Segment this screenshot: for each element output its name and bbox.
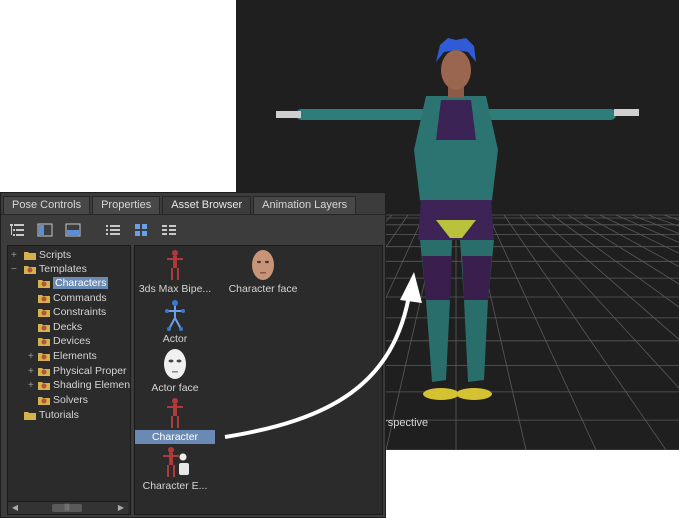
- grid-line: [599, 214, 679, 254]
- biped-icon: [135, 248, 215, 282]
- template-icon: [38, 397, 50, 406]
- scroll-right-icon[interactable]: ▶: [116, 503, 126, 513]
- template-icon: [38, 280, 50, 289]
- scroll-left-icon[interactable]: ◀: [10, 503, 20, 513]
- expand-icon[interactable]: +: [28, 379, 34, 393]
- template-icon: [38, 309, 50, 318]
- template-icon: [38, 338, 50, 347]
- split-vertical-icon[interactable]: [37, 222, 53, 238]
- asset-toolbar: [9, 220, 189, 240]
- icon-view-icon[interactable]: [133, 222, 149, 238]
- tree-item-commands[interactable]: Commands: [38, 291, 107, 305]
- tree-item-physical-properties[interactable]: Physical Proper: [38, 364, 127, 378]
- folder-icon: [24, 252, 36, 261]
- template-icon: [38, 295, 50, 304]
- grid-line: [583, 214, 679, 268]
- tab-divider: [1, 214, 385, 215]
- scroll-grip: |||: [64, 504, 70, 511]
- tree-item-solvers[interactable]: Solvers: [38, 393, 88, 407]
- template-icon: [38, 324, 50, 333]
- asset-tree[interactable]: + Scripts − Templates Characters Command…: [7, 245, 131, 515]
- collapse-icon[interactable]: −: [11, 263, 17, 277]
- tab-asset-browser[interactable]: Asset Browser: [162, 196, 252, 214]
- actor-icon: [135, 298, 215, 332]
- expand-icon[interactable]: +: [28, 365, 34, 379]
- tree-item-constraints[interactable]: Constraints: [38, 305, 106, 319]
- tree-item-decks[interactable]: Decks: [38, 320, 82, 334]
- tree-horizontal-scrollbar[interactable]: ◀ ||| ▶: [8, 501, 128, 514]
- panel-tabs: Pose Controls Properties Asset Browser A…: [3, 196, 358, 214]
- grid-line: [503, 214, 667, 450]
- tree-item-tutorials[interactable]: Tutorials: [24, 408, 79, 422]
- grid-line: [647, 214, 679, 227]
- tab-properties[interactable]: Properties: [92, 196, 161, 214]
- mask-icon: [135, 347, 215, 381]
- asset-grid[interactable]: 3ds Max Bipe... Character face Actor Act…: [134, 245, 383, 515]
- expand-icon[interactable]: +: [11, 249, 17, 263]
- tree-item-devices[interactable]: Devices: [38, 334, 90, 348]
- grid-line: [551, 214, 679, 308]
- tree-item-characters[interactable]: Characters: [38, 276, 109, 290]
- detail-view-icon[interactable]: [161, 222, 177, 238]
- expand-icon[interactable]: +: [28, 350, 34, 364]
- asset-character-extension[interactable]: Character E...: [135, 445, 215, 493]
- grid-line: [487, 214, 597, 450]
- grid-line: [535, 214, 679, 340]
- tree-item-elements[interactable]: Elements: [38, 349, 97, 363]
- list-view-icon[interactable]: [105, 222, 121, 238]
- scroll-thumb[interactable]: |||: [52, 504, 82, 512]
- template-icon: [38, 368, 50, 377]
- tree-item-scripts[interactable]: Scripts: [24, 248, 71, 262]
- tree-item-templates[interactable]: Templates: [24, 262, 87, 276]
- template-icon: [38, 382, 50, 391]
- face-icon: [223, 248, 303, 282]
- asset-3ds-max-biped[interactable]: 3ds Max Bipe...: [135, 248, 215, 296]
- template-icon: [24, 266, 36, 275]
- split-horizontal-icon[interactable]: [65, 222, 81, 238]
- grid-line: [519, 214, 679, 389]
- character-icon: [135, 396, 215, 430]
- tab-animation-layers[interactable]: Animation Layers: [253, 196, 357, 214]
- asset-actor[interactable]: Actor: [135, 298, 215, 346]
- tree-item-shading-elements[interactable]: Shading Elemen: [38, 378, 130, 392]
- grid-line: [631, 214, 679, 235]
- asset-character[interactable]: Character: [135, 396, 215, 444]
- template-icon: [38, 353, 50, 362]
- tree-view-icon[interactable]: [9, 222, 25, 238]
- asset-browser-panel: Pose Controls Properties Asset Browser A…: [0, 192, 386, 518]
- tab-pose-controls[interactable]: Pose Controls: [3, 196, 91, 214]
- asset-character-face[interactable]: Character face: [223, 248, 303, 296]
- asset-actor-face[interactable]: Actor face: [135, 347, 215, 395]
- folder-icon: [24, 412, 36, 421]
- character-extension-icon: [135, 445, 215, 479]
